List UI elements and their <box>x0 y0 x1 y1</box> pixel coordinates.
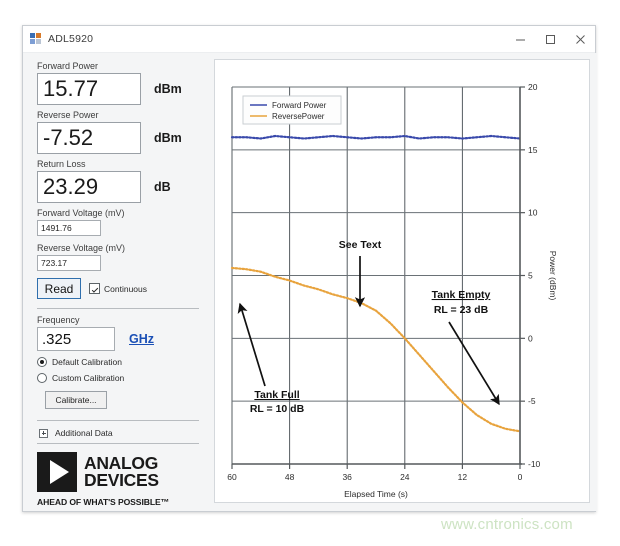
reverse-power-row: -7.52 dBm <box>37 122 199 154</box>
control-panel: Forward Power 15.77 dBm Reverse Power -7… <box>23 53 209 511</box>
forward-voltage-label: Forward Voltage (mV) <box>37 208 125 218</box>
title-bar: ADL5920 <box>23 26 595 53</box>
forward-power-row: 15.77 dBm <box>37 73 199 105</box>
custom-calibration-radio[interactable]: Custom Calibration <box>37 373 199 383</box>
y-axis-tick-label: -10 <box>528 459 541 469</box>
annotation-see-text-line1: See Text <box>339 239 382 251</box>
forward-voltage-input[interactable]: 1491.76 <box>37 220 101 236</box>
default-calibration-label: Default Calibration <box>52 357 122 367</box>
logo-tagline: AHEAD OF WHAT'S POSSIBLE™ <box>37 497 170 507</box>
y-axis-tick-label: 0 <box>528 333 533 343</box>
radio-selected-icon <box>37 357 47 367</box>
x-axis-tick-label: 36 <box>342 472 352 482</box>
app-icon <box>30 33 42 45</box>
divider-top <box>37 308 199 309</box>
chart-container: -10 -5 0 5 10 15 20 60 48 36 24 12 0 Elapsed Time (s)… <box>214 59 590 503</box>
return-loss-row: 23.29 dB <box>37 171 199 203</box>
continuous-checkbox[interactable]: Continuous <box>89 283 147 294</box>
divider-middle <box>37 420 199 421</box>
watermark: www.cntronics.com <box>441 516 573 533</box>
y-axis-title: Power (dBm) <box>548 251 558 301</box>
divider-bottom <box>37 443 199 444</box>
annotation-tank-empty-arrow <box>448 321 500 406</box>
annotation-tank-empty-line1: Tank Empty <box>432 289 491 301</box>
frequency-input[interactable]: .325 <box>37 327 115 351</box>
frequency-row: .325 GHz <box>37 327 199 351</box>
window-title: ADL5920 <box>48 33 94 45</box>
y-axis-tick-label: 10 <box>528 208 538 218</box>
additional-data-expander[interactable]: Additional Data <box>39 428 199 438</box>
additional-data-label: Additional Data <box>55 428 113 438</box>
continuous-label: Continuous <box>104 283 148 294</box>
forward-power-unit: dBm <box>154 82 182 96</box>
read-button[interactable]: Read <box>37 278 81 299</box>
y-axis-tick-label: 20 <box>528 82 538 92</box>
reverse-power-value: -7.52 <box>37 122 141 154</box>
window-body: Forward Power 15.77 dBm Reverse Power -7… <box>23 53 597 511</box>
frequency-unit-link[interactable]: GHz <box>129 332 154 346</box>
annotation-tank-full-line1: Tank Full <box>254 389 299 401</box>
series-forward-power <box>230 134 522 140</box>
checkmark-icon <box>89 283 100 294</box>
reverse-power-label: Reverse Power <box>37 110 99 120</box>
return-loss-unit: dB <box>154 180 171 194</box>
forward-power-label: Forward Power <box>37 61 99 71</box>
x-axis-title: Elapsed Time (s) <box>344 489 408 499</box>
window-controls <box>505 26 595 52</box>
frequency-label: Frequency <box>37 315 80 325</box>
chart-panel: -10 -5 0 5 10 15 20 60 48 36 24 12 0 Elapsed Time (s)… <box>209 53 597 511</box>
legend-label: ReversePower <box>272 112 325 121</box>
application-window: ADL5920 Forward Power 15.77 dBm Reverse … <box>22 25 597 512</box>
x-axis-tick-label: 12 <box>458 472 468 482</box>
default-calibration-radio[interactable]: Default Calibration <box>37 357 199 367</box>
power-vs-time-chart[interactable]: -10 -5 0 5 10 15 20 60 48 36 24 12 0 Elapsed Time (s)… <box>215 60 589 506</box>
custom-calibration-label: Custom Calibration <box>52 373 125 383</box>
x-axis-tick-label: 0 <box>518 472 523 482</box>
x-axis-tick-label: 60 <box>227 472 237 482</box>
y-axis-tick-label: 5 <box>528 271 533 281</box>
calibrate-button[interactable]: Calibrate... <box>45 391 107 409</box>
read-controls: Read Continuous <box>37 278 199 299</box>
x-axis-tick-label: 48 <box>285 472 295 482</box>
reverse-voltage-label: Reverse Voltage (mV) <box>37 243 126 253</box>
annotation-tank-empty-line2: RL = 23 dB <box>434 304 489 316</box>
y-axis-tick-label: 15 <box>528 145 538 155</box>
radio-unselected-icon <box>37 373 47 383</box>
reverse-power-unit: dBm <box>154 131 182 145</box>
close-icon[interactable] <box>565 26 595 52</box>
legend-label: Forward Power <box>272 101 327 110</box>
return-loss-label: Return Loss <box>37 159 86 169</box>
logo-triangle-icon <box>37 452 77 492</box>
maximize-icon[interactable] <box>535 26 565 52</box>
logo-line-2: DEVICES <box>84 470 159 490</box>
annotation-tank-full-arrow <box>237 302 266 387</box>
forward-power-value: 15.77 <box>37 73 141 105</box>
minimize-icon[interactable] <box>505 26 535 52</box>
x-axis-tick-label: 24 <box>400 472 410 482</box>
y-axis-tick-label: -5 <box>528 396 536 406</box>
return-loss-value: 23.29 <box>37 171 141 203</box>
analog-devices-logo: ANALOG DEVICES AHEAD OF WHAT'S POSSIBLE™ <box>37 452 199 507</box>
annotation-tank-full-line2: RL = 10 dB <box>250 403 305 415</box>
expand-plus-icon <box>39 428 48 438</box>
reverse-voltage-input[interactable]: 723.17 <box>37 255 101 271</box>
